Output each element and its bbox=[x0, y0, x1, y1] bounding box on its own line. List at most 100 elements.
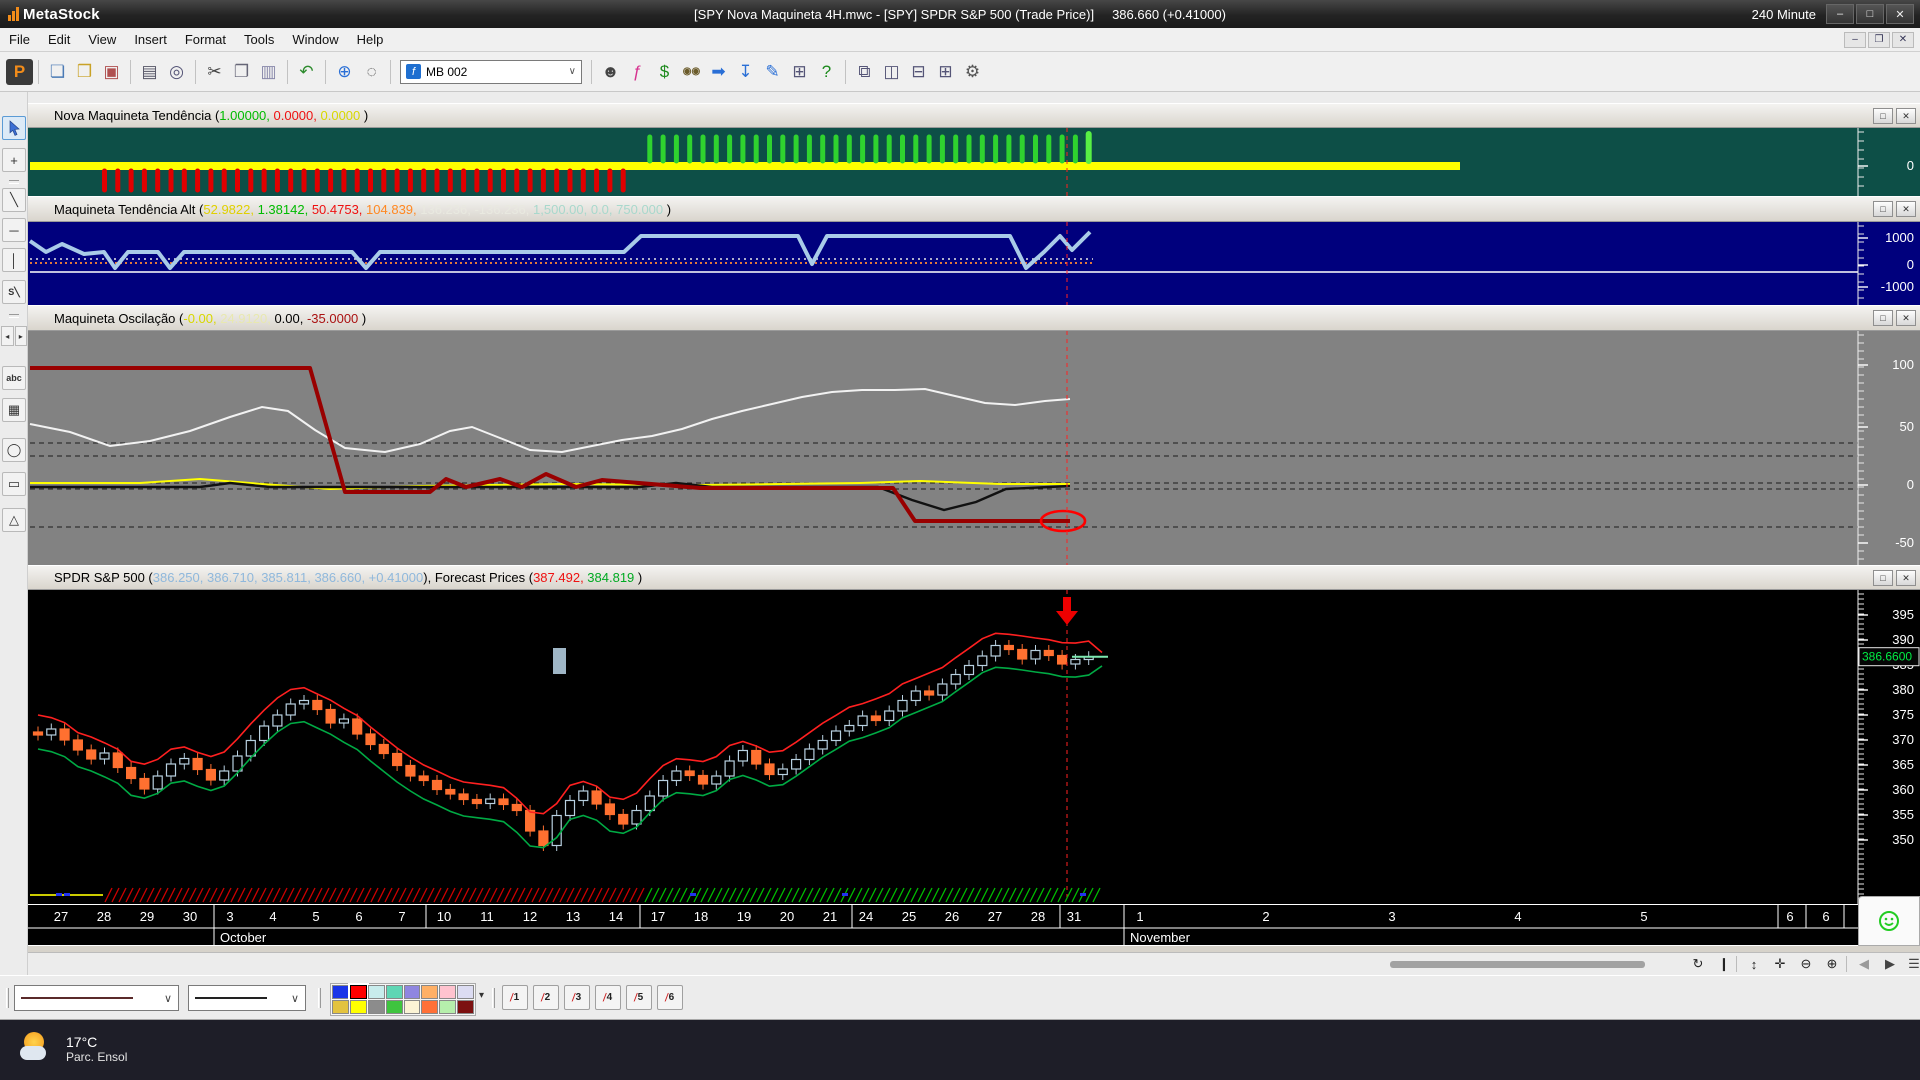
line-style-select[interactable]: ∨ bbox=[14, 985, 179, 1011]
semilog-tool[interactable]: S╲ bbox=[2, 280, 26, 304]
triangle-tool[interactable]: △ bbox=[2, 508, 26, 532]
line-weight-select[interactable]: ∨ bbox=[188, 985, 306, 1011]
mdi-restore-button[interactable]: ❐ bbox=[1868, 32, 1890, 48]
rectangle-tool[interactable]: ▭ bbox=[2, 472, 26, 496]
weather-widget[interactable]: 17°C Parc. Ensol bbox=[18, 1030, 127, 1068]
minimize-button[interactable]: – bbox=[1826, 4, 1854, 24]
expert-advisor-icon[interactable]: ☻ bbox=[597, 59, 624, 85]
scroll-right-tool[interactable]: ▸ bbox=[15, 326, 28, 346]
template-button-5[interactable]: ∕5 bbox=[626, 985, 652, 1010]
panel-close-button[interactable]: ✕ bbox=[1896, 201, 1916, 217]
indicator-builder-icon[interactable]: ƒ bbox=[624, 59, 651, 85]
template-button-2[interactable]: ∕2 bbox=[533, 985, 559, 1010]
color-swatch[interactable] bbox=[332, 985, 349, 999]
zoom-in-button[interactable]: ⊕ bbox=[1820, 954, 1844, 974]
copy-icon[interactable]: ❐ bbox=[228, 59, 255, 85]
symbol-combo[interactable]: fMB 002∨ bbox=[400, 60, 582, 84]
menu-file[interactable]: File bbox=[0, 29, 39, 50]
mdi-minimize-button[interactable]: – bbox=[1844, 32, 1866, 48]
next-chart-button[interactable]: ▶ bbox=[1878, 954, 1902, 974]
scroll-left-tool[interactable]: ◂ bbox=[1, 326, 14, 346]
layout-icon[interactable]: ⊟ bbox=[905, 59, 932, 85]
crosshair-bar-button[interactable]: ❙ bbox=[1712, 954, 1736, 974]
dollar-icon[interactable]: $ bbox=[651, 59, 678, 85]
vertical-line-tool[interactable]: │ bbox=[2, 248, 26, 272]
print-preview-icon[interactable]: ◎ bbox=[163, 59, 190, 85]
template-button-3[interactable]: ∕3 bbox=[564, 985, 590, 1010]
zoom-out-button[interactable]: ⊖ bbox=[1794, 954, 1818, 974]
prev-chart-button[interactable]: ◀ bbox=[1852, 954, 1876, 974]
panel-close-button[interactable]: ✕ bbox=[1896, 570, 1916, 586]
tile-windows-icon[interactable]: ⊞ bbox=[932, 59, 959, 85]
refresh-button[interactable]: ↻ bbox=[1686, 954, 1710, 974]
power-console-icon[interactable]: P bbox=[6, 59, 33, 85]
trendline-tool[interactable]: ╲ bbox=[2, 188, 26, 212]
cascade-windows-icon[interactable]: ⧉ bbox=[851, 59, 878, 85]
vertical-scale-button[interactable]: ↕ bbox=[1742, 954, 1766, 974]
color-swatch[interactable] bbox=[421, 985, 438, 999]
menu-tools[interactable]: Tools bbox=[235, 29, 283, 50]
menu-insert[interactable]: Insert bbox=[125, 29, 176, 50]
grid-tool[interactable]: ▦ bbox=[2, 398, 26, 422]
forms-icon[interactable]: ⊞ bbox=[786, 59, 813, 85]
template-button-4[interactable]: ∕4 bbox=[595, 985, 621, 1010]
horizontal-scrollbar[interactable] bbox=[1390, 961, 1645, 968]
new-chart-icon[interactable]: ❏ bbox=[44, 59, 71, 85]
panel-maximize-button[interactable]: □ bbox=[1873, 310, 1893, 326]
color-swatch[interactable] bbox=[457, 985, 474, 999]
undo-icon[interactable]: ↶ bbox=[293, 59, 320, 85]
help-pointer-icon[interactable]: ? bbox=[813, 59, 840, 85]
downloader-icon[interactable]: ↧ bbox=[732, 59, 759, 85]
color-swatch[interactable] bbox=[439, 985, 456, 999]
color-swatch[interactable] bbox=[350, 1000, 367, 1014]
color-swatch[interactable] bbox=[421, 1000, 438, 1014]
menu-help[interactable]: Help bbox=[348, 29, 393, 50]
goto-icon[interactable]: ➡ bbox=[705, 59, 732, 85]
maximize-button[interactable]: □ bbox=[1856, 4, 1884, 24]
panel-maximize-button[interactable]: □ bbox=[1873, 108, 1893, 124]
panel-close-button[interactable]: ✕ bbox=[1896, 108, 1916, 124]
color-swatch[interactable] bbox=[332, 1000, 349, 1014]
move-chart-button[interactable]: ✛ bbox=[1768, 954, 1792, 974]
color-swatch[interactable] bbox=[386, 985, 403, 999]
save-icon[interactable]: ▣ bbox=[98, 59, 125, 85]
color-swatch[interactable] bbox=[404, 985, 421, 999]
color-swatch[interactable] bbox=[368, 1000, 385, 1014]
mdi-close-button[interactable]: ✕ bbox=[1892, 32, 1914, 48]
color-swatch[interactable] bbox=[439, 1000, 456, 1014]
explorer-icon[interactable]: ◉◉ bbox=[678, 59, 705, 85]
color-swatch[interactable] bbox=[368, 985, 385, 999]
color-swatch[interactable] bbox=[457, 1000, 474, 1014]
smiley-corner-tab[interactable] bbox=[1858, 896, 1920, 946]
open-icon[interactable]: ❒ bbox=[71, 59, 98, 85]
tendencia-alt-chart[interactable]: 10000-1000 bbox=[0, 222, 1920, 305]
print-icon[interactable]: ▤ bbox=[136, 59, 163, 85]
local-data-icon[interactable]: ✎ bbox=[759, 59, 786, 85]
menu-window[interactable]: Window bbox=[283, 29, 347, 50]
panel-close-button[interactable]: ✕ bbox=[1896, 310, 1916, 326]
menu-view[interactable]: View bbox=[79, 29, 125, 50]
panel-maximize-button[interactable]: □ bbox=[1873, 570, 1893, 586]
pointer-tool[interactable] bbox=[2, 116, 26, 140]
ellipse-tool[interactable]: ◯ bbox=[2, 438, 26, 462]
panel-maximize-button[interactable]: □ bbox=[1873, 201, 1893, 217]
system-options-icon[interactable]: ⚙ bbox=[959, 59, 986, 85]
cut-icon[interactable]: ✂ bbox=[201, 59, 228, 85]
paste-icon[interactable]: ▥ bbox=[255, 59, 282, 85]
color-swatch[interactable] bbox=[350, 985, 367, 999]
color-swatch[interactable] bbox=[404, 1000, 421, 1014]
crosshair-tool[interactable]: + bbox=[2, 148, 26, 172]
palette-dropdown-arrow[interactable]: ▾ bbox=[479, 990, 484, 1001]
compare-windows-icon[interactable]: ◫ bbox=[878, 59, 905, 85]
text-tool[interactable]: abc bbox=[2, 366, 26, 390]
close-button[interactable]: ✕ bbox=[1886, 4, 1914, 24]
color-swatch[interactable] bbox=[386, 1000, 403, 1014]
crosshair-icon[interactable]: ⊕ bbox=[331, 59, 358, 85]
zoom-dots-icon[interactable]: ◌ bbox=[358, 59, 385, 85]
menu-format[interactable]: Format bbox=[176, 29, 235, 50]
oscilacao-chart[interactable]: 100500-50 bbox=[0, 331, 1920, 565]
nova-tendencia-chart[interactable]: 0 bbox=[0, 128, 1920, 196]
price-chart[interactable]: 395390385380375370365360355350386.6600 bbox=[0, 590, 1920, 904]
template-button-1[interactable]: ∕1 bbox=[502, 985, 528, 1010]
menu-edit[interactable]: Edit bbox=[39, 29, 79, 50]
